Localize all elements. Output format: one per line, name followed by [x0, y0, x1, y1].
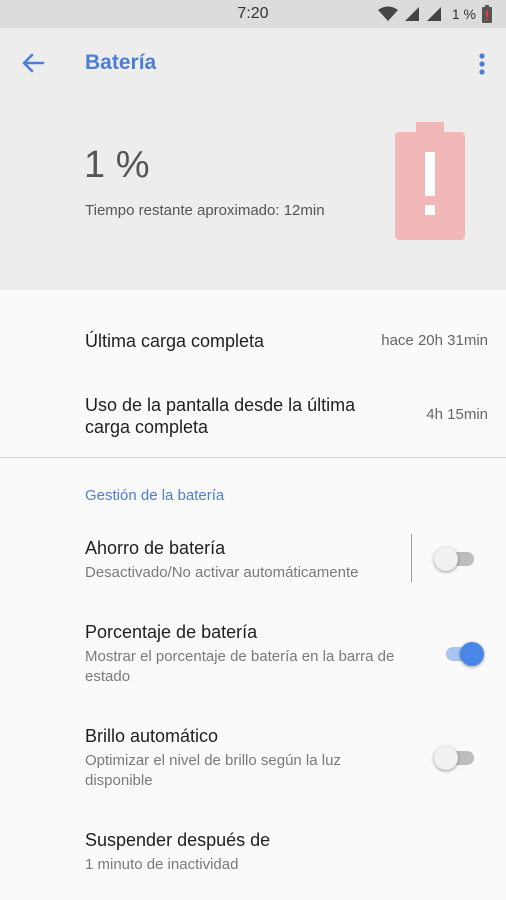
page-title: Batería [85, 51, 157, 74]
screen-usage-row[interactable]: Uso de la pantalla desde la última carga… [0, 390, 506, 442]
vertical-separator [411, 534, 412, 582]
auto-brightness-summary: Optimizar el nivel de brillo según la lu… [85, 752, 341, 789]
screen-usage-label: Uso de la pantalla desde la última carga… [85, 395, 356, 437]
battery-percentage-summary: Mostrar el porcentaje de batería en la b… [85, 648, 395, 685]
status-battery-percent: 1 % [451, 6, 476, 22]
sleep-title: Suspender después de [85, 830, 271, 850]
more-options-icon[interactable] [474, 50, 490, 78]
signal-2-icon [426, 7, 441, 21]
battery-saver-pref[interactable]: Ahorro de batería Desactivado/No activar… [0, 530, 506, 590]
battery-management-heading: Gestión de la batería [85, 487, 225, 504]
switch-thumb [434, 746, 458, 770]
last-full-charge-label: Última carga completa [85, 331, 265, 351]
battery-percentage-pref[interactable]: Porcentaje de batería Mostrar el porcent… [0, 614, 506, 694]
status-bar: 7:20 1 % [0, 0, 506, 28]
last-full-charge-value: hace 20h 31min [381, 332, 488, 349]
wifi-icon [377, 6, 398, 21]
auto-brightness-pref[interactable]: Brillo automático Optimizar el nivel de … [0, 718, 506, 798]
auto-brightness-title: Brillo automático [85, 726, 219, 746]
battery-saver-summary: Desactivado/No activar automáticamente [85, 564, 359, 581]
battery-alert-icon [482, 5, 492, 23]
sleep-pref[interactable]: Suspender después de 1 minuto de inactiv… [0, 822, 506, 882]
auto-brightness-switch[interactable] [434, 744, 478, 772]
switch-thumb [460, 642, 484, 666]
battery-percentage-title: Porcentaje de batería [85, 622, 258, 642]
battery-saver-switch[interactable] [434, 545, 478, 573]
sleep-summary: 1 minuto de inactividad [85, 856, 239, 873]
battery-percentage-switch[interactable] [440, 640, 484, 668]
battery-saver-title: Ahorro de batería [85, 538, 226, 558]
section-divider [0, 457, 506, 458]
back-arrow-icon[interactable] [20, 50, 46, 76]
last-full-charge-row[interactable]: Última carga completa hace 20h 31min [0, 320, 506, 364]
battery-level: 1 % [84, 144, 150, 186]
battery-header: Batería 1 % Tiempo restante aproximado: … [0, 28, 506, 290]
signal-icon [404, 7, 419, 21]
battery-warning-icon [395, 122, 465, 240]
remaining-time: Tiempo restante aproximado: 12min [85, 202, 325, 219]
switch-thumb [434, 547, 458, 571]
screen-usage-value: 4h 15min [426, 406, 488, 423]
